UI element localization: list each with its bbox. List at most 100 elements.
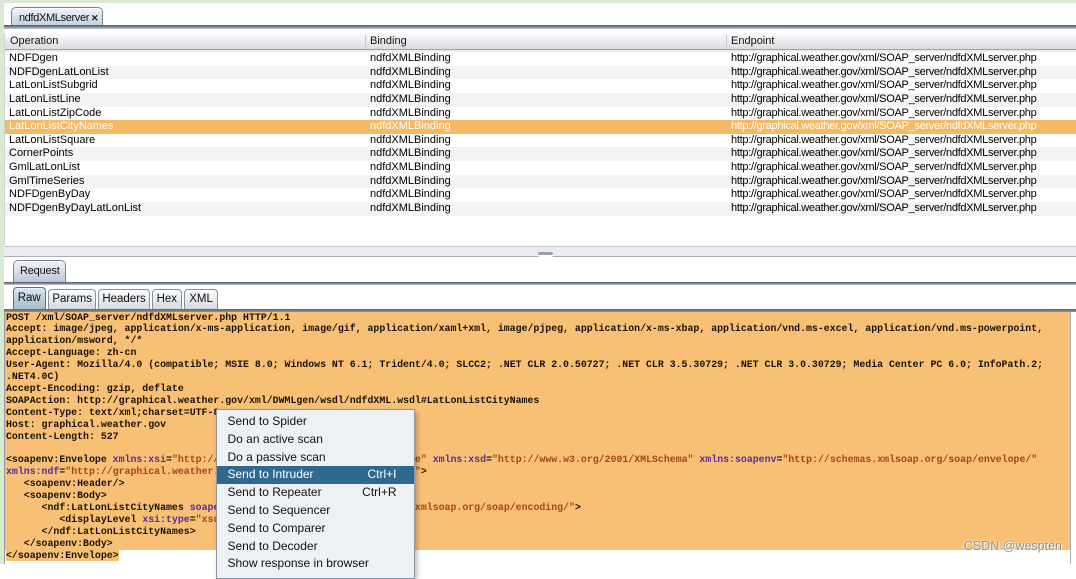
menu-item-send-to-intruder[interactable]: Send to IntruderCtrl+I [217, 466, 414, 484]
editor-tab-label: Headers [99, 293, 149, 305]
cell-endpoint: http://graphical.weather.gov/xml/SOAP_se… [731, 66, 1076, 80]
table-row[interactable]: NDFDgenByDayLatLonListndfdXMLBindinghttp… [5, 202, 1076, 216]
editor-token: Accept: image/jpeg, application/x-ms-app… [6, 323, 1043, 334]
editor-line: .NET4.0C) [5, 371, 1070, 383]
editor-tab-label: Params [49, 293, 96, 305]
table-row[interactable]: GmlLatLonListndfdXMLBindinghttp://graphi… [5, 161, 1076, 175]
editor-token: User-Agent: Mozilla/4.0 (compatible; MSI… [6, 359, 1043, 370]
menu-item-send-to-repeater[interactable]: Send to RepeaterCtrl+R [217, 484, 414, 502]
table-row[interactable]: LatLonListSubgridndfdXMLBindinghttp://gr… [5, 79, 1076, 93]
editor-line: </ndf:LatLonListCityNames> [5, 526, 1070, 538]
menu-item-shortcut: Ctrl+I [367, 466, 396, 484]
cell-endpoint: http://graphical.weather.gov/xml/SOAP_se… [731, 107, 1076, 121]
cell-endpoint: http://graphical.weather.gov/xml/SOAP_se… [731, 202, 1076, 216]
table-row[interactable]: NDFDgenndfdXMLBindinghttp://graphical.we… [5, 52, 1076, 66]
table-row[interactable]: LatLonListZipCodendfdXMLBindinghttp://gr… [5, 107, 1076, 121]
request-editor[interactable]: POST /xml/SOAP_server/ndfdXMLserver.php … [4, 312, 1071, 565]
editor-line: </soapenv:Envelope> [5, 550, 1070, 562]
cell-op: NDFDgenLatLonList [9, 66, 364, 80]
divider-grip-icon[interactable] [538, 252, 553, 256]
table-row[interactable]: LatLonListSquarendfdXMLBindinghttp://gra… [5, 134, 1076, 148]
editor-line: SOAPAction: http://graphical.weather.gov… [5, 395, 1070, 407]
column-header-endpoint[interactable]: Endpoint [731, 35, 774, 47]
menu-item-label: Send to Comparer [228, 521, 326, 535]
cell-binding: ndfdXMLBinding [370, 93, 725, 107]
cell-binding: ndfdXMLBinding [370, 147, 725, 161]
context-menu: Send to SpiderDo an active scanDo a pass… [216, 409, 415, 579]
cell-binding: ndfdXMLBinding [370, 120, 725, 134]
editor-token: .NET4.0C) [6, 371, 59, 382]
cell-op: LatLonListCityNames [9, 120, 364, 134]
tab-request-label: Request [20, 265, 60, 277]
cell-endpoint: http://graphical.weather.gov/xml/SOAP_se… [731, 175, 1076, 189]
editor-tab-params[interactable]: Params [48, 289, 97, 310]
tab-request[interactable]: Request [13, 260, 66, 282]
editor-token: <soapenv:Body> [6, 490, 107, 501]
menu-item-shortcut: Ctrl+R [362, 484, 396, 502]
cell-endpoint: http://graphical.weather.gov/xml/SOAP_se… [731, 188, 1076, 202]
cell-op: NDFDgenByDay [9, 188, 364, 202]
cell-binding: ndfdXMLBinding [370, 134, 725, 148]
split-divider[interactable] [4, 246, 1076, 257]
editor-line: Host: graphical.weather.gov [5, 419, 1070, 431]
menu-item-send-to-spider[interactable]: Send to Spider [217, 413, 414, 431]
editor-line: Content-Length: 527 [5, 431, 1070, 443]
menu-item-show-response-in-browser[interactable]: Show response in browser [217, 555, 414, 573]
tab-title: ndfdXMLserver [19, 12, 89, 24]
cell-op: LatLonListLine [9, 93, 364, 107]
editor-line [5, 442, 1070, 454]
editor-line: Content-Type: text/xml;charset=UTF-8 [5, 407, 1070, 419]
cell-binding: ndfdXMLBinding [370, 107, 725, 121]
menu-item-label: Send to Sequencer [228, 503, 331, 517]
editor-tab-label: XML [185, 293, 218, 305]
table-row[interactable]: NDFDgenByDay ndfdXMLBinding http://graphic… [5, 188, 1076, 202]
cell-binding: ndfdXMLBinding [370, 175, 725, 189]
editor-tab-label: Hex [153, 293, 181, 305]
table-row[interactable]: CornerPointsndfdXMLBindinghttp://graphic… [5, 147, 1076, 161]
cell-endpoint: http://graphical.weather.gov/xml/SOAP_se… [731, 147, 1076, 161]
editor-token: Accept-Language: zh-cn [6, 347, 136, 358]
menu-item-send-to-decoder[interactable]: Send to Decoder [217, 538, 414, 556]
editor-token: "http://www.w3.org/2001/XMLSchema" [492, 454, 693, 465]
table-header: Operation Binding Endpoint [5, 33, 1076, 50]
table-row[interactable]: LatLonListLinendfdXMLBindinghttp://graph… [5, 93, 1076, 107]
editor-token: "http://schemas.xmlsoap.org/soap/envelop… [782, 454, 1037, 465]
menu-item-send-to-sequencer[interactable]: Send to Sequencer [217, 502, 414, 520]
main-tab-strip: ndfdXMLserver ✕ [4, 3, 1076, 25]
editor-token: <ndf:LatLonListCityNames [6, 502, 190, 513]
editor-tab-headers[interactable]: Headers [98, 289, 150, 310]
column-header-operation[interactable]: Operation [10, 35, 58, 47]
editor-token: </soapenv:Envelope> [6, 550, 119, 561]
menu-item-do-an-active-scan[interactable]: Do an active scan [217, 431, 414, 449]
editor-line: <soapenv:Envelope xmlns:xsi="http://www.… [5, 454, 1070, 466]
editor-tab-xml[interactable]: XML [184, 289, 219, 310]
tab-close-icon[interactable]: ✕ [91, 13, 99, 24]
cell-endpoint: http://graphical.weather.gov/xml/SOAP_se… [731, 120, 1076, 134]
menu-item-do-a-passive-scan[interactable]: Do a passive scan [217, 449, 414, 467]
wsdl-table-body: NDFDgenndfdXMLBindinghttp://graphical.we… [5, 52, 1076, 216]
request-editor-text: POST /xml/SOAP_server/ndfdXMLserver.php … [5, 312, 1070, 562]
cell-binding: ndfdXMLBinding [370, 66, 725, 80]
cell-binding: ndfdXMLBinding [370, 188, 725, 202]
table-row[interactable]: LatLonListCityNames ndfdXMLBinding http://… [5, 120, 1076, 134]
cell-endpoint: http://graphical.weather.gov/xml/SOAP_se… [731, 52, 1076, 66]
table-row[interactable]: GmlTimeSeriesndfdXMLBindinghttp://graphi… [5, 175, 1076, 189]
cell-endpoint: http://graphical.weather.gov/xml/SOAP_se… [731, 161, 1076, 175]
editor-line: application/msword, */* [5, 335, 1070, 347]
cell-endpoint: http://graphical.weather.gov/xml/SOAP_se… [731, 79, 1076, 93]
menu-item-label: Do a passive scan [228, 450, 326, 464]
editor-tab-hex[interactable]: Hex [152, 289, 182, 310]
column-header-binding[interactable]: Binding [370, 35, 407, 47]
menu-item-send-to-comparer[interactable]: Send to Comparer [217, 520, 414, 538]
editor-token: <soapenv:Header/> [6, 478, 125, 489]
tab-strip-separator [4, 25, 1076, 29]
app: { "window": { "tab_title": "ndfdXMLserve… [0, 0, 1076, 564]
editor-line: User-Agent: Mozilla/4.0 (compatible; MSI… [5, 359, 1070, 371]
editor-line: Accept-Language: zh-cn [5, 347, 1070, 359]
editor-token: Host: graphical.weather.gov [6, 419, 166, 430]
editor-tab-label: Raw [14, 292, 45, 304]
table-row[interactable]: NDFDgenLatLonList ndfdXMLBinding http://gr… [5, 66, 1076, 80]
editor-token: xmlns:xsd [433, 454, 486, 465]
editor-tab-raw[interactable]: Raw [13, 287, 46, 310]
editor-token: POST /xml/SOAP_server/ndfdXMLserver.php … [6, 312, 290, 323]
